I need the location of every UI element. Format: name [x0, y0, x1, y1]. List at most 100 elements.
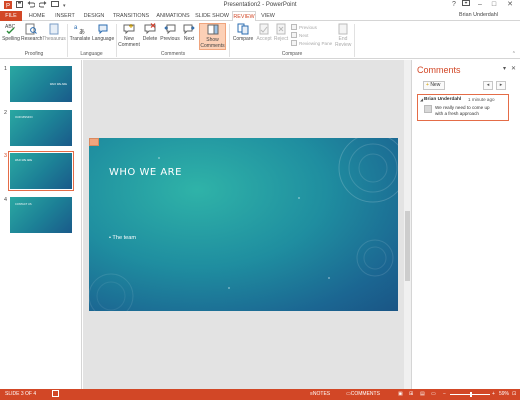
research-button[interactable]: Research — [21, 23, 43, 42]
notes-button[interactable]: ≡ NOTES — [310, 389, 330, 400]
research-label: Research — [21, 36, 43, 42]
language-button[interactable]: Language — [92, 23, 114, 42]
reject-icon — [275, 23, 287, 35]
compare-button[interactable]: Compare — [231, 23, 255, 42]
new-comment-button[interactable]: New Comment — [118, 23, 140, 48]
zoom-out-icon[interactable]: − — [443, 389, 446, 400]
slide-thumbnail-2[interactable]: OUR MISSION — [10, 110, 72, 146]
slide-show-icon[interactable]: ▭ — [431, 389, 436, 400]
show-comments-label-line2: Comments — [200, 43, 225, 49]
user-account[interactable]: Brian Underdahl — [459, 12, 498, 18]
next-comment-pane-button[interactable]: ▸ — [496, 81, 506, 90]
group-language: Language — [80, 51, 103, 57]
new-comment-icon — [123, 23, 135, 35]
zoom-in-icon[interactable]: + — [492, 389, 495, 400]
close-button[interactable]: ✕ — [504, 0, 516, 10]
avatar — [424, 105, 432, 113]
reading-view-icon[interactable]: ▤ — [420, 389, 425, 400]
compare-previous-button[interactable]: Previous — [291, 24, 317, 31]
accept-label: Accept — [256, 36, 272, 42]
comments-status-label: COMMENTS — [350, 391, 380, 397]
previous-comment-button[interactable]: Previous — [160, 23, 180, 42]
comment-marker-icon[interactable] — [89, 138, 99, 146]
comments-pane: Comments ▾ ✕ + New ◂ ▸ ◢ Brian Underdahl… — [411, 60, 520, 389]
slide-thumbnail-3[interactable]: WHO WE ARE — [8, 151, 74, 191]
slide-counter: SLIDE 3 OF 4 — [5, 391, 37, 397]
next-change-icon — [291, 32, 297, 39]
notes-label: NOTES — [312, 391, 331, 397]
translate-icon: aあ — [74, 23, 86, 36]
show-comments-button[interactable]: Show Comments — [199, 23, 226, 50]
group-compare: Compare — [281, 51, 303, 57]
ribbon-display-options-icon[interactable] — [460, 0, 472, 10]
end-review-button[interactable]: End Review — [335, 23, 351, 48]
translate-button[interactable]: aあ Translate — [69, 23, 91, 42]
delete-comment-button[interactable]: Delete — [141, 23, 159, 42]
reviewing-pane-icon — [291, 40, 297, 47]
previous-change-icon — [291, 24, 297, 31]
spelling-label: Spelling — [2, 36, 20, 42]
normal-view-icon[interactable]: ▣ — [398, 389, 403, 400]
thumbnail-number: 1 — [4, 66, 7, 72]
next-arrow-icon: ▸ — [499, 82, 503, 88]
thumbnail-number: 4 — [4, 197, 7, 203]
slide-bullet-text: The team — [112, 235, 137, 241]
status-bar: SLIDE 3 OF 4 ≡ NOTES ▭ COMMENTS ▣ ⊞ ▤ ▭ … — [0, 389, 520, 400]
tab-view[interactable]: VIEW — [258, 11, 278, 21]
pane-options-icon[interactable]: ▾ — [503, 65, 506, 72]
slide-thumbnails-pane: 1 WHO WE ARE 2 OUR MISSION 3 WHO WE ARE … — [0, 60, 82, 389]
comments-status-button[interactable]: ▭ COMMENTS — [346, 389, 380, 400]
tab-insert[interactable]: INSERT — [52, 11, 78, 21]
thumbnail-title: CONTACT US — [15, 203, 32, 206]
help-button[interactable]: ? — [448, 0, 460, 10]
compare-icon — [237, 23, 249, 35]
slide-sorter-icon[interactable]: ⊞ — [409, 389, 413, 400]
next-label: Next — [183, 36, 195, 42]
thesaurus-label: Thesaurus — [42, 36, 66, 42]
compare-next-button[interactable]: Next — [291, 32, 308, 39]
previous-comment-pane-button[interactable]: ◂ — [483, 81, 493, 90]
new-comment-label-line2: Comment — [118, 42, 140, 48]
collapse-ribbon-icon[interactable]: ⌃ — [512, 51, 516, 57]
reviewing-pane-button[interactable]: Reviewing Pane — [291, 40, 332, 47]
vertical-scrollbar[interactable] — [404, 60, 411, 389]
spelling-status-icon[interactable] — [52, 389, 59, 400]
language-icon — [97, 23, 109, 35]
minimize-button[interactable]: – — [474, 0, 486, 10]
translate-label: Translate — [69, 36, 91, 42]
window-title: Presentation2 - PowerPoint — [223, 2, 297, 8]
thumbnail-title: WHO WE ARE — [15, 159, 33, 162]
accept-button[interactable]: Accept — [256, 23, 272, 42]
language-label: Language — [92, 36, 115, 42]
scrollbar-thumb[interactable] — [405, 211, 410, 281]
group-divider — [67, 24, 68, 57]
close-pane-icon[interactable]: ✕ — [511, 65, 516, 72]
tab-file[interactable]: FILE — [0, 11, 22, 21]
new-button-label: New — [430, 82, 441, 88]
fit-slide-icon[interactable]: ⊡ — [512, 389, 516, 400]
tab-slide-show[interactable]: SLIDE SHOW — [194, 11, 230, 21]
slide-bullet[interactable]: • The team — [109, 235, 136, 241]
tab-transitions[interactable]: TRANSITIONS — [110, 11, 152, 21]
zoom-level[interactable]: 59% — [499, 389, 509, 400]
thesaurus-button[interactable]: Thesaurus — [42, 23, 66, 42]
zoom-slider-thumb[interactable] — [470, 392, 472, 397]
slide-title[interactable]: WHO WE ARE — [109, 167, 182, 178]
next-comment-button[interactable]: Next — [181, 23, 197, 42]
comment-text[interactable]: We really need to come up with a fresh a… — [435, 105, 497, 116]
tab-animations[interactable]: ANIMATIONS — [154, 11, 192, 21]
tab-design[interactable]: DESIGN — [80, 11, 108, 21]
previous-label: Previous — [160, 36, 180, 42]
maximize-button[interactable]: □ — [488, 0, 500, 10]
reject-button[interactable]: Reject — [273, 23, 289, 42]
comment-card[interactable]: ◢ Brian Underdahl 1 minute ago We really… — [417, 94, 509, 121]
new-comment-pane-button[interactable]: + New — [423, 81, 445, 90]
collapse-thread-icon[interactable]: ◢ — [420, 97, 423, 102]
next-comment-icon — [183, 23, 195, 35]
current-slide[interactable]: WHO WE ARE • The team — [89, 138, 398, 311]
comments-pane-title: Comments — [417, 65, 461, 75]
tab-home[interactable]: HOME — [24, 11, 50, 21]
slide-thumbnail-4[interactable]: CONTACT US — [10, 197, 72, 233]
slide-thumbnail-1[interactable]: WHO WE ARE — [10, 66, 72, 102]
spelling-button[interactable]: ABC Spelling — [2, 23, 20, 42]
